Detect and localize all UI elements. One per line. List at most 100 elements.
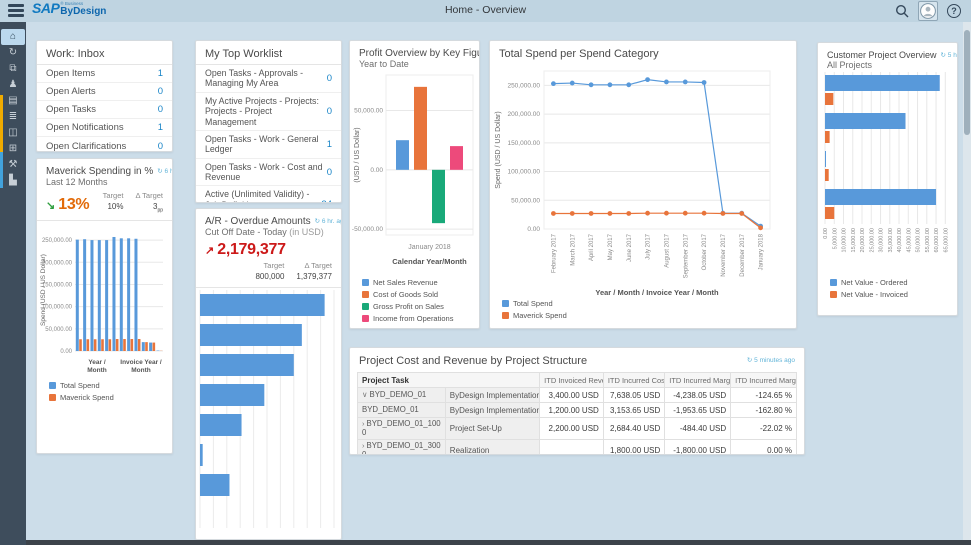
svg-text:50,000.00: 50,000.00 <box>45 326 72 332</box>
home-icon[interactable]: ⌂ <box>1 29 25 45</box>
maverick-kpi: ↘13% <box>46 196 89 214</box>
analytics-icon[interactable]: ▙ <box>0 173 26 189</box>
svg-text:April 2017: April 2017 <box>589 233 595 261</box>
work-inbox-list: Open Items1Open Alerts0Open Tasks0Open N… <box>37 65 172 152</box>
svg-text:100,000.00: 100,000.00 <box>507 169 540 176</box>
svg-text:200,000.00: 200,000.00 <box>507 111 540 118</box>
svg-text:40,000.00: 40,000.00 <box>897 228 903 252</box>
avatar[interactable] <box>918 1 938 21</box>
sidebar-blue-stripe <box>0 152 3 188</box>
svg-text:150,000.00: 150,000.00 <box>507 140 540 147</box>
list-item-count: 0 <box>327 73 332 84</box>
top-bar: SAP ® Business ByDesign Home - Overview … <box>0 0 971 22</box>
profit-title: Profit Overview by Key Figure <box>359 48 480 59</box>
svg-text:30,000.00: 30,000.00 <box>879 228 885 252</box>
svg-text:September 2017: September 2017 <box>683 233 689 278</box>
svg-text:Year / Month / Invoice Year /: Year / Month / Invoice Year / Month <box>595 288 719 297</box>
list-item[interactable]: Open Tasks - Approvals - Managing My Are… <box>196 65 341 93</box>
svg-text:March 2017: March 2017 <box>570 233 576 265</box>
list-item[interactable]: My Active Projects - Projects: Projects … <box>196 93 341 131</box>
list-item[interactable]: Open Items1 <box>37 65 172 83</box>
org-icon[interactable]: ♟ <box>0 77 26 93</box>
list-item-label: Open Tasks - Work - Cost and Revenue <box>205 162 323 183</box>
column-header[interactable]: ITD Invoiced Revenue● <box>540 373 604 388</box>
vertical-scrollbar[interactable] <box>963 22 971 540</box>
list-item-label: Open Notifications <box>46 122 124 133</box>
worklists-icon[interactable]: ≣ <box>0 109 26 125</box>
svg-text:January 2018: January 2018 <box>408 244 451 251</box>
svg-text:0.00: 0.00 <box>527 226 540 233</box>
column-header[interactable]: Project Task <box>358 373 540 388</box>
expander-icon[interactable]: ∨ <box>362 390 368 399</box>
company-icon[interactable]: ◫ <box>0 125 26 141</box>
legend-item: Maverick Spend <box>502 311 567 320</box>
top-worklist-card: My Top Worklist Open Tasks - Approvals -… <box>195 40 342 203</box>
table-row[interactable]: ›BYD_DEMO_01_1000Project Set-Up2,200.00 … <box>358 418 797 440</box>
svg-text:65,000.00: 65,000.00 <box>943 228 949 252</box>
customer-legend: Net Value - OrderedNet Value - Invoiced <box>818 276 957 303</box>
customer-subtitle: All Projects <box>818 60 957 70</box>
expander-icon[interactable]: › <box>362 419 365 428</box>
svg-text:December 2017: December 2017 <box>740 233 746 276</box>
svg-text:Month: Month <box>87 367 107 374</box>
expander-icon[interactable]: › <box>362 441 365 450</box>
list-item-count: 24 <box>321 199 332 203</box>
svg-text:20,000.00: 20,000.00 <box>860 228 866 252</box>
total-spend-legend: Total Spend Maverick Spend <box>490 297 567 324</box>
list-item-count: 1 <box>327 139 332 150</box>
list-item[interactable]: Open Clarifications0 <box>37 137 172 152</box>
legend-item: Net Sales Revenue <box>362 278 479 287</box>
customer-refresh[interactable]: ↻ 5 hours ago <box>941 51 958 59</box>
total-spend-chart: 0.0050,000.00100,000.00150,000.00200,000… <box>490 61 794 309</box>
project-cost-refresh[interactable]: ↻ 5 minutes ago <box>747 356 795 364</box>
list-item[interactable]: Active (Unlimited Validity) - Job Defini… <box>196 186 341 203</box>
svg-text:50,000.00: 50,000.00 <box>354 108 383 115</box>
svg-text:(USD / US Dollar): (USD / US Dollar) <box>354 127 361 182</box>
documents-icon[interactable]: ▤ <box>0 93 26 109</box>
list-item[interactable]: Open Alerts0 <box>37 83 172 101</box>
maverick-spend-chart: 0.0050,000.00100,000.00150,000.00200,000… <box>37 221 170 379</box>
list-item[interactable]: Open Tasks - Work - General Ledger1 <box>196 131 341 159</box>
svg-text:January 2018: January 2018 <box>759 233 765 270</box>
svg-text:0.00: 0.00 <box>823 228 829 239</box>
trend-down-icon: ↘ <box>46 200 55 212</box>
legend-item: Total Spend <box>502 299 567 308</box>
maverick-refresh[interactable]: ↻ 6 hr. ago <box>157 167 173 175</box>
customer-project-chart: 0.005,000.0010,000.0015,000.0020,000.002… <box>818 70 957 276</box>
svg-text:October 2017: October 2017 <box>702 233 708 270</box>
users-icon[interactable]: ⚒ <box>0 157 26 173</box>
column-header[interactable]: ITD Incurred Cost● <box>603 373 664 388</box>
ar-refresh[interactable]: ↻ 6 hr. ago <box>315 217 342 225</box>
svg-text:45,000.00: 45,000.00 <box>906 228 912 252</box>
table-row[interactable]: BYD_DEMO_01ByDesign Implementation1,200.… <box>358 403 797 418</box>
help-icon[interactable]: ? <box>947 4 961 18</box>
svg-text:250,000.00: 250,000.00 <box>507 82 540 89</box>
table-row[interactable]: ∨BYD_DEMO_01ByDesign Implementation3,400… <box>358 388 797 403</box>
column-header[interactable]: ITD Incurred Margin● <box>665 373 731 388</box>
ar-kpi: ↗2,179,377 <box>205 241 286 259</box>
work-inbox-title: Work: Inbox <box>46 48 105 60</box>
list-item[interactable]: Open Tasks - Work - Cost and Revenue0 <box>196 159 341 187</box>
svg-text:July 2017: July 2017 <box>646 233 652 259</box>
total-spend-card: Total Spend per Spend Category 0.0050,00… <box>489 40 797 329</box>
profit-chart: 50,000.000.00-50,000.00(USD / US Dollar)… <box>350 69 479 276</box>
list-item[interactable]: Open Notifications1 <box>37 119 172 137</box>
svg-text:35,000.00: 35,000.00 <box>888 228 894 252</box>
svg-text:Invoice Year /: Invoice Year / <box>120 359 162 366</box>
list-item-label: Open Alerts <box>46 86 96 97</box>
list-item[interactable]: Open Tasks0 <box>37 101 172 119</box>
scrollbar-thumb[interactable] <box>964 30 970 135</box>
maverick-target-block: Target Δ Target 10% 3pp <box>103 191 163 214</box>
legend-item: Income from Operations <box>362 314 479 323</box>
page-title: Home - Overview <box>0 4 971 16</box>
svg-text:May 2017: May 2017 <box>608 233 614 260</box>
work-inbox-card: Work: Inbox Open Items1Open Alerts0Open … <box>36 40 173 152</box>
list-item-count: 0 <box>158 141 163 152</box>
search-icon[interactable] <box>895 4 909 18</box>
column-header[interactable]: ITD Incurred Margin %● <box>731 373 797 388</box>
apps-icon[interactable]: ⧉ <box>0 61 26 77</box>
history-icon[interactable]: ↻ <box>0 45 26 61</box>
network-icon[interactable]: ⊞ <box>0 141 26 157</box>
profit-subtitle: Year to Date <box>350 59 479 69</box>
table-row[interactable]: ›BYD_DEMO_01_3000Realization1,800.00 USD… <box>358 440 797 455</box>
